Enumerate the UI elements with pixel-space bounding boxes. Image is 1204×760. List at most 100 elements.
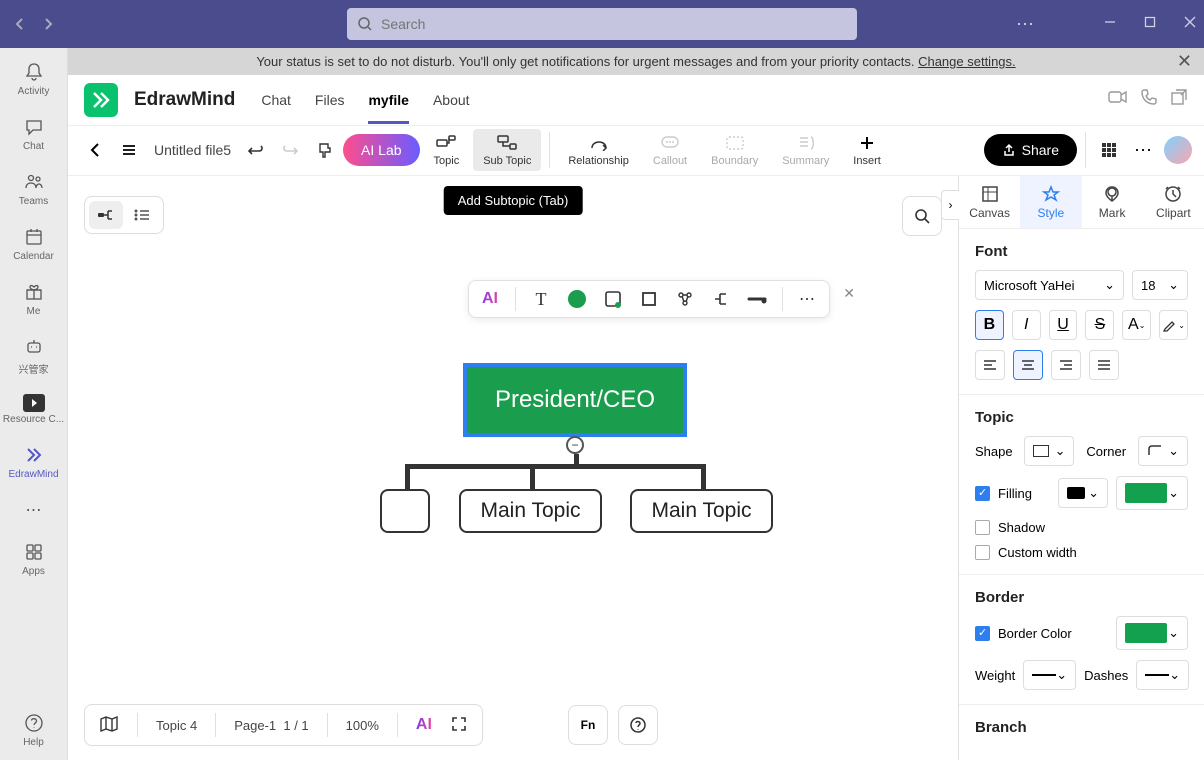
border-color-checkbox[interactable] [975, 626, 990, 641]
nav-back-icon[interactable] [8, 12, 32, 36]
fullscreen-icon[interactable] [450, 715, 468, 736]
subtopic-button[interactable]: Sub Topic [473, 129, 541, 171]
rail-edrawmind[interactable]: EdrawMind [0, 439, 67, 484]
panel-tab-style[interactable]: Style [1020, 176, 1081, 228]
rail-calendar[interactable]: Calendar [0, 221, 67, 266]
change-settings-link[interactable]: Change settings. [918, 54, 1016, 69]
rail-chat[interactable]: Chat [0, 111, 67, 156]
underline-button[interactable]: U [1049, 310, 1078, 340]
search-input[interactable] [381, 16, 847, 32]
highlight-button[interactable]: ⌄ [1159, 310, 1188, 340]
tab-chat[interactable]: Chat [261, 76, 291, 124]
format-painter-button[interactable] [309, 135, 339, 165]
branch-icon[interactable] [710, 288, 732, 310]
weight-select[interactable]: ⌄ [1023, 660, 1076, 690]
canvas[interactable]: Add Subtopic (Tab) AI T ⋯ ✕ [68, 176, 958, 760]
border-color-select[interactable]: ⌄ [1116, 616, 1188, 650]
fn-button[interactable]: Fn [568, 705, 608, 745]
map-icon[interactable] [99, 715, 119, 736]
align-justify-button[interactable] [1089, 350, 1119, 380]
share-button[interactable]: Share [984, 134, 1077, 166]
panel-tab-canvas[interactable]: Canvas [959, 176, 1020, 228]
more-float-icon[interactable]: ⋯ [797, 288, 819, 310]
custom-width-checkbox[interactable] [975, 545, 990, 560]
sub-node-2[interactable]: Main Topic [459, 489, 602, 533]
rail-teams[interactable]: Teams [0, 166, 67, 211]
close-float-icon[interactable]: ✕ [843, 285, 855, 302]
sub-node-1[interactable] [380, 489, 430, 533]
panel-tab-clipart[interactable]: Clipart [1143, 176, 1204, 228]
panel-tab-mark[interactable]: Mark [1082, 176, 1143, 228]
undo-button[interactable] [241, 135, 271, 165]
user-avatar[interactable] [1164, 136, 1192, 164]
font-family-select[interactable]: Microsoft YaHei⌄ [975, 270, 1124, 300]
fill-color-select[interactable]: ⌄ [1116, 476, 1188, 510]
popup-icon[interactable] [1170, 88, 1188, 111]
align-left-button[interactable] [975, 350, 1005, 380]
close-icon[interactable] [1184, 15, 1196, 33]
branch-style-icon[interactable] [746, 288, 768, 310]
rail-more[interactable]: ⋯ [0, 494, 67, 526]
italic-button[interactable]: I [1012, 310, 1041, 340]
root-node[interactable]: President/CEO [463, 363, 687, 437]
link-icon[interactable] [674, 288, 696, 310]
more-options-button[interactable]: ⋯ [1128, 134, 1160, 167]
redo-button[interactable] [275, 135, 305, 165]
file-name[interactable]: Untitled file5 [148, 136, 237, 164]
relationship-button[interactable]: Relationship [558, 129, 639, 171]
outline-view-button[interactable] [125, 201, 159, 229]
rail-help[interactable]: Help [0, 707, 67, 752]
rail-apps[interactable]: Apps [0, 536, 67, 581]
tab-about[interactable]: About [433, 76, 470, 124]
callout-button[interactable]: Callout [643, 129, 697, 171]
bold-button[interactable]: B [975, 310, 1004, 340]
video-call-icon[interactable] [1108, 88, 1128, 111]
align-right-button[interactable] [1051, 350, 1081, 380]
topic-button[interactable]: Topic [424, 129, 470, 171]
dashes-select[interactable]: ⌄ [1136, 660, 1189, 690]
summary-button[interactable]: Summary [772, 129, 839, 171]
corner-select[interactable]: ⌄ [1138, 436, 1188, 466]
shape-select[interactable]: ⌄ [1024, 436, 1074, 466]
zoom-level[interactable]: 100% [346, 718, 379, 733]
fill-style-select[interactable]: ⌄ [1058, 478, 1108, 508]
help-button[interactable] [618, 705, 658, 745]
collapse-toggle-icon[interactable]: − [566, 436, 584, 454]
ai-bottom-icon[interactable]: AI [416, 716, 432, 734]
strike-button[interactable]: S [1085, 310, 1114, 340]
fill-color-icon[interactable] [566, 288, 588, 310]
rail-xingguanjia[interactable]: 兴管家 [0, 331, 67, 380]
align-center-button[interactable] [1013, 350, 1043, 380]
border-icon[interactable] [638, 288, 660, 310]
nav-forward-icon[interactable] [36, 12, 60, 36]
insert-button[interactable]: Insert [843, 129, 891, 171]
canvas-search-button[interactable] [902, 196, 942, 236]
phone-icon[interactable] [1140, 88, 1158, 111]
shadow-checkbox[interactable] [975, 520, 990, 535]
menu-button[interactable] [114, 135, 144, 165]
text-icon[interactable]: T [530, 288, 552, 310]
grid-view-button[interactable] [1094, 135, 1124, 165]
ai-lab-button[interactable]: AI Lab [343, 134, 419, 166]
global-search[interactable] [347, 8, 857, 40]
rail-resource[interactable]: Resource C... [0, 390, 67, 429]
minimize-icon[interactable] [1104, 15, 1116, 33]
tab-myfile[interactable]: myfile [368, 76, 408, 124]
rail-me[interactable]: Me [0, 276, 67, 321]
sub-node-3[interactable]: Main Topic [630, 489, 773, 533]
boundary-button[interactable]: Boundary [701, 129, 768, 171]
more-menu-icon[interactable]: ⋯ [1016, 14, 1036, 35]
maximize-icon[interactable] [1144, 15, 1156, 33]
mindmap-view-button[interactable] [89, 201, 123, 229]
rail-activity[interactable]: Activity [0, 56, 67, 101]
notification-close-icon[interactable]: ✕ [1177, 51, 1192, 72]
back-button[interactable] [80, 135, 110, 165]
collapse-panel-button[interactable]: › [941, 190, 959, 220]
shape-icon[interactable] [602, 288, 624, 310]
tab-files[interactable]: Files [315, 76, 345, 124]
ai-icon[interactable]: AI [479, 288, 501, 310]
font-size-select[interactable]: 18⌄ [1132, 270, 1188, 300]
font-color-button[interactable]: A⌄ [1122, 310, 1151, 340]
filling-checkbox[interactable] [975, 486, 990, 501]
page-indicator[interactable]: Page-1 1 / 1 [234, 718, 308, 733]
